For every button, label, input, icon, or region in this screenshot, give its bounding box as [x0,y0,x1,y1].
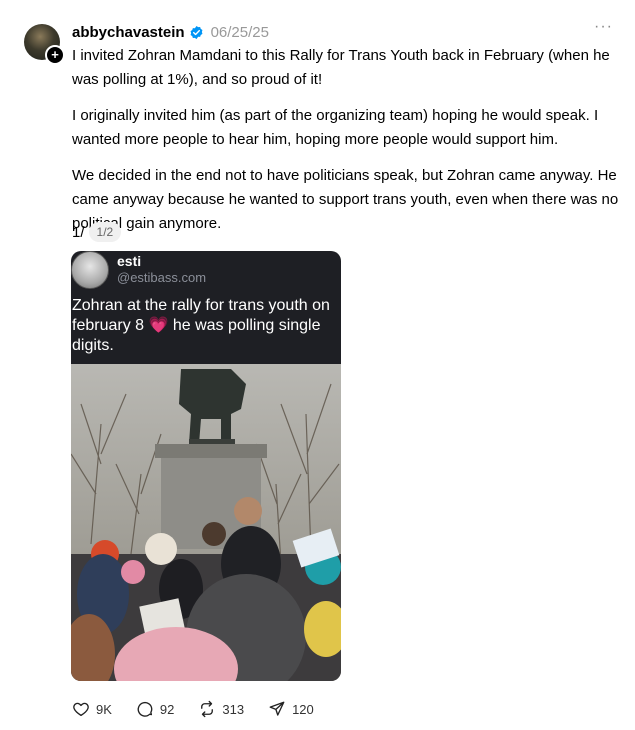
embedded-author-avatar [71,251,109,289]
author-username[interactable]: abbychavastein [72,24,185,41]
post-paragraph: I invited Zohran Mamdani to this Rally f… [72,47,610,88]
thread-counter-badge: 1/2 [88,222,122,242]
embedded-author-name: esti [117,253,142,269]
embedded-author-handle: @estibass.com [117,270,207,285]
verified-badge-icon [190,25,202,39]
like-button[interactable]: 9K [72,700,112,718]
post-paragraph: I originally invited him (as part of the… [72,107,599,148]
post-actions: 9K 92 313 120 [72,700,338,718]
more-icon[interactable]: ··· [594,18,613,36]
thread-counter: 1/ 1/2 [72,222,122,242]
repost-icon [201,700,214,718]
embedded-post-card[interactable]: esti @estibass.com Zohran at the rally f… [71,251,341,681]
reply-count: 92 [159,701,175,717]
repost-button[interactable]: 313 [198,700,244,718]
share-icon [269,701,285,716]
post-body: I invited Zohran Mamdani to this Rally f… [72,44,620,248]
post-timestamp[interactable]: 06/25/25 [211,24,269,41]
reply-button[interactable]: 92 [136,700,174,718]
rally-photo[interactable] [71,364,341,681]
post-paragraph: We decided in the end not to have politi… [72,167,619,232]
post-header: abbychavastein 06/25/25 ··· [72,18,615,42]
comment-icon [137,701,153,717]
follow-plus-icon[interactable]: + [45,45,65,65]
share-count: 120 [292,701,314,717]
thread-counter-prefix: 1/ [72,223,85,241]
heart-icon [73,702,89,717]
embedded-post-text: Zohran at the rally for trans youth on f… [72,297,330,354]
share-button[interactable]: 120 [268,700,314,718]
repost-count: 313 [222,701,245,717]
like-count: 9K [96,701,112,717]
